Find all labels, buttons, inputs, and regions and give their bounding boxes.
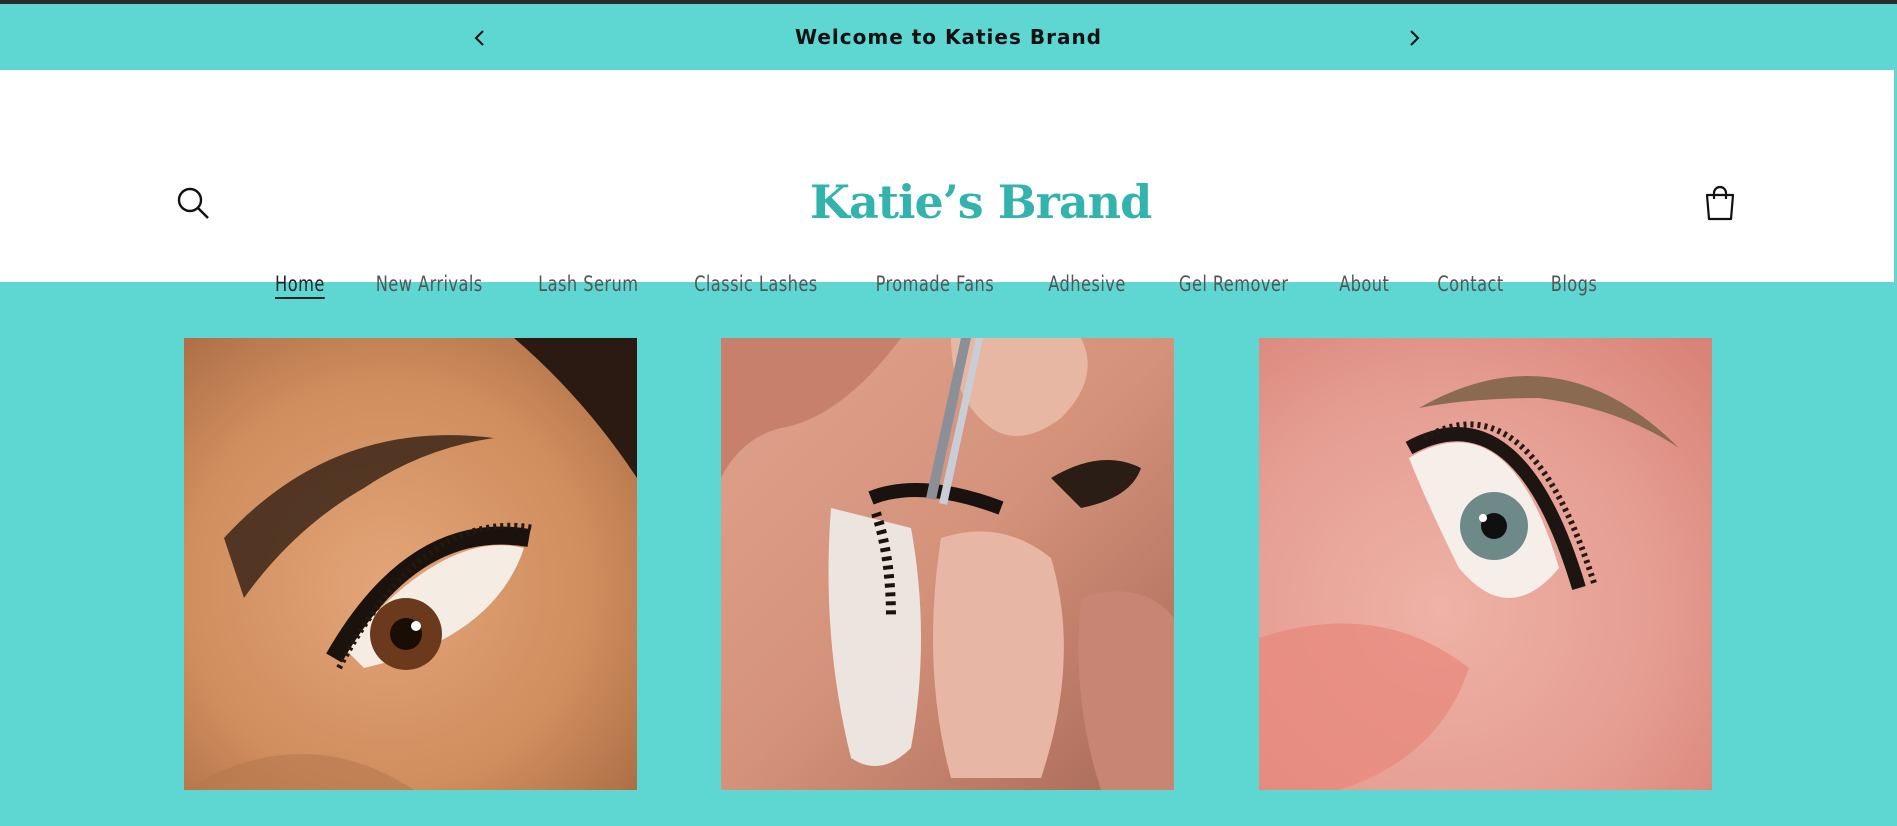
logo-text: Katie’s Brand bbox=[810, 175, 1152, 229]
previous-announcement-button[interactable] bbox=[463, 21, 497, 55]
brand-logo[interactable]: Katie’s Brand bbox=[810, 174, 1152, 230]
next-announcement-button[interactable] bbox=[1397, 21, 1431, 55]
announcement-bar: Welcome to Katies Brand bbox=[0, 4, 1897, 70]
search-icon bbox=[177, 187, 209, 219]
chevron-left-icon bbox=[474, 30, 484, 46]
gallery-image-green-eye[interactable] bbox=[1259, 338, 1712, 790]
cart-button[interactable] bbox=[1700, 183, 1740, 223]
site-header: Katie’s Brand Home New Arrivals Lash Ser… bbox=[0, 70, 1897, 296]
image-gallery bbox=[0, 282, 1897, 822]
chevron-right-icon bbox=[1410, 30, 1420, 46]
search-button[interactable] bbox=[174, 184, 214, 224]
announcement-text: Welcome to Katies Brand bbox=[795, 25, 1102, 49]
gallery-image-lash-application[interactable] bbox=[721, 338, 1174, 790]
gallery-image-brown-eye[interactable] bbox=[184, 338, 637, 790]
cart-icon bbox=[1705, 185, 1735, 221]
